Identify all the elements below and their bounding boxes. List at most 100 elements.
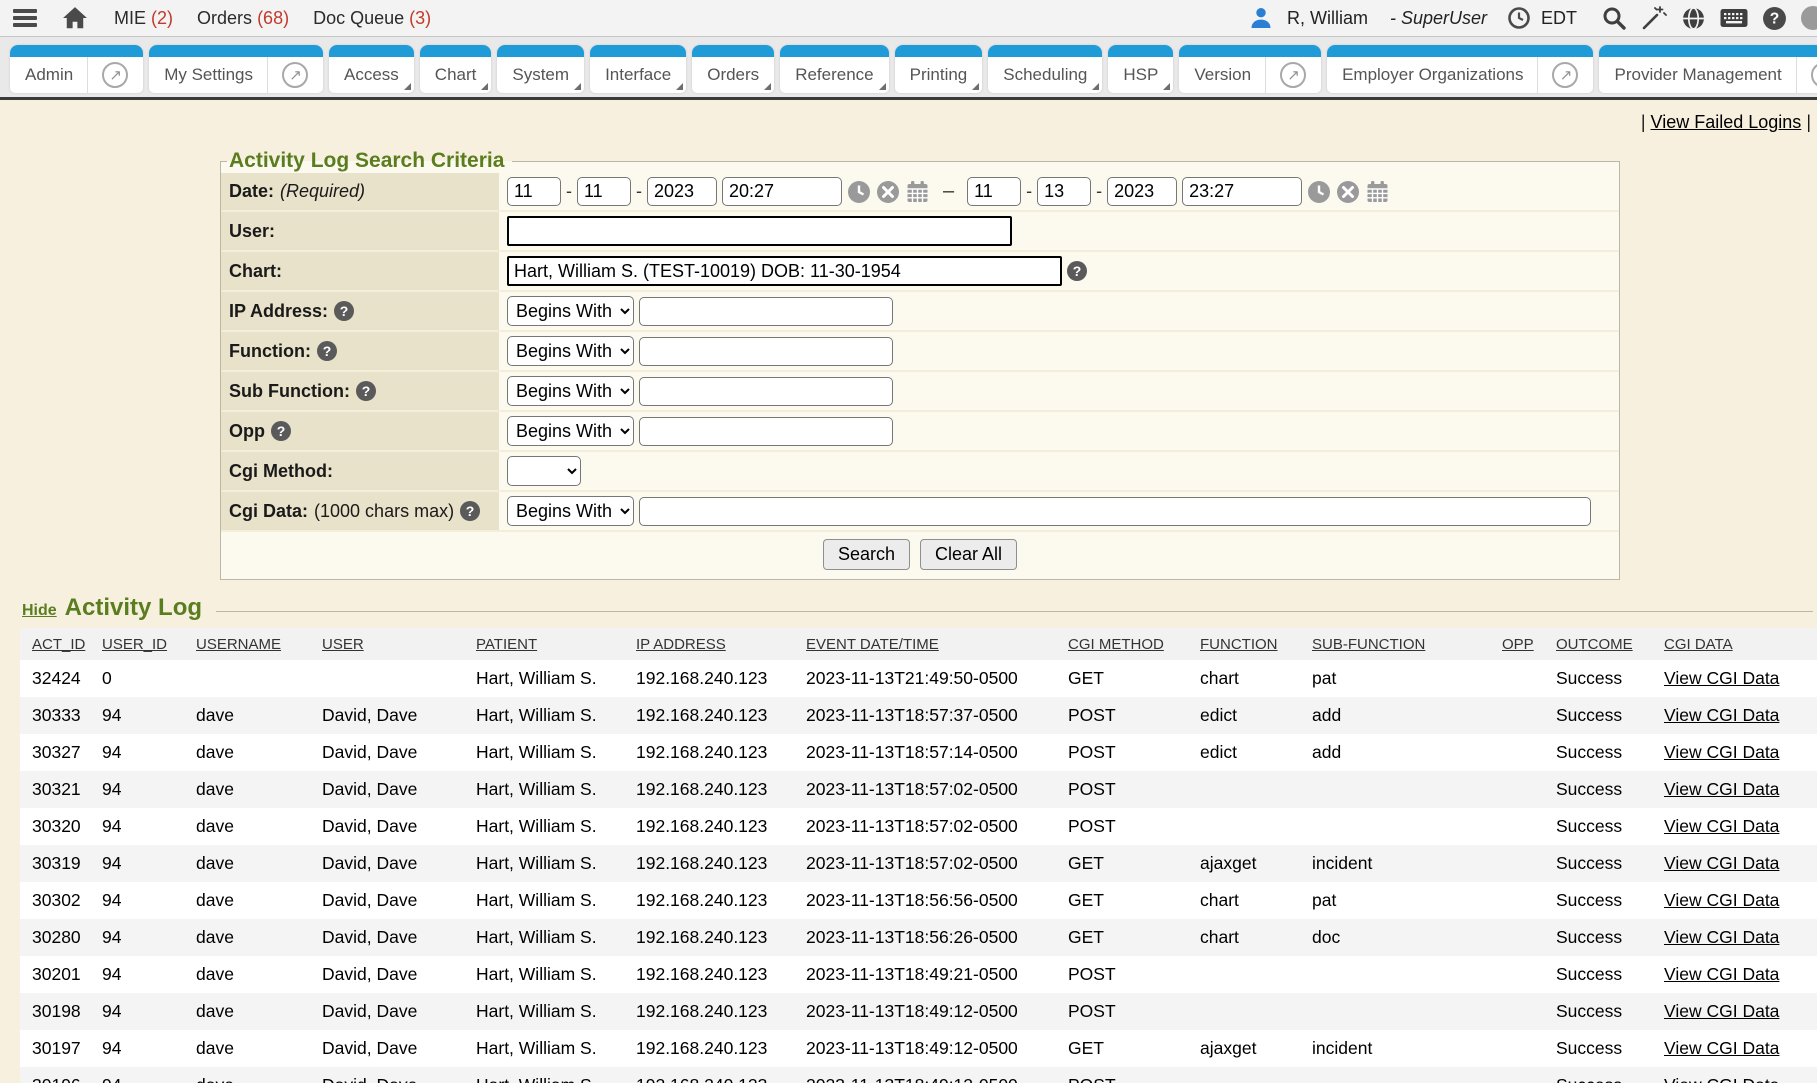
to-month-input[interactable] <box>967 177 1021 206</box>
view-cgi-data-link[interactable]: View CGI Data <box>1664 705 1779 725</box>
column-header-cgi-data[interactable]: CGI DATA <box>1664 636 1733 653</box>
tab-admin[interactable]: Admin↗ <box>10 45 143 93</box>
column-header-user-id[interactable]: USER_ID <box>102 636 167 653</box>
from-date-clear-icon[interactable] <box>876 180 900 204</box>
external-link-icon[interactable]: ↗ <box>102 62 128 88</box>
from-time-input[interactable] <box>722 177 842 206</box>
nav-orders-link[interactable]: Orders (68) <box>197 8 289 29</box>
cell-user-id: 94 <box>102 882 196 919</box>
tab-printing[interactable]: Printing <box>895 45 983 93</box>
from-month-input[interactable] <box>507 177 561 206</box>
sub-function-input[interactable] <box>639 377 893 406</box>
clear-all-button[interactable]: Clear All <box>920 539 1017 570</box>
cell-cgi-data: View CGI Data <box>1664 808 1817 845</box>
user-avatar-icon[interactable] <box>1249 6 1273 30</box>
tab-chart[interactable]: Chart <box>420 45 492 93</box>
cgi-method-select[interactable] <box>507 456 581 486</box>
clock-icon[interactable] <box>1507 6 1531 30</box>
view-cgi-data-link[interactable]: View CGI Data <box>1664 668 1779 688</box>
column-header-cgi-method[interactable]: CGI METHOD <box>1068 636 1164 653</box>
external-link-icon[interactable]: ↗ <box>282 62 308 88</box>
column-header-username[interactable]: USERNAME <box>196 636 281 653</box>
globe-icon[interactable] <box>1681 6 1706 31</box>
tab-employer-organizations[interactable]: Employer Organizations↗ <box>1327 45 1593 93</box>
view-cgi-data-link[interactable]: View CGI Data <box>1664 1001 1779 1021</box>
tab-interface[interactable]: Interface <box>590 45 686 93</box>
to-year-input[interactable] <box>1107 177 1177 206</box>
chart-autocomplete-input[interactable] <box>507 256 1062 286</box>
tab-orders[interactable]: Orders <box>692 45 774 93</box>
view-cgi-data-link[interactable]: View CGI Data <box>1664 853 1779 873</box>
external-link-icon[interactable]: ↗ <box>1811 62 1817 88</box>
view-cgi-data-link[interactable]: View CGI Data <box>1664 890 1779 910</box>
sub-function-help-icon[interactable]: ? <box>356 381 376 401</box>
function-help-icon[interactable]: ? <box>317 341 337 361</box>
cgi-data-help-icon[interactable]: ? <box>460 501 480 521</box>
tab-my-settings[interactable]: My Settings↗ <box>149 45 323 93</box>
opp-help-icon[interactable]: ? <box>271 421 291 441</box>
column-header-opp[interactable]: OPP <box>1502 636 1534 653</box>
column-header-patient[interactable]: PATIENT <box>476 636 537 653</box>
tab-divider <box>87 57 88 93</box>
view-cgi-data-link[interactable]: View CGI Data <box>1664 1038 1779 1058</box>
help-icon[interactable]: ? <box>1762 6 1787 31</box>
column-header-ip-address[interactable]: IP ADDRESS <box>636 636 726 653</box>
view-cgi-data-link[interactable]: View CGI Data <box>1664 779 1779 799</box>
tab-system[interactable]: System <box>497 45 584 93</box>
partial-avatar-icon[interactable] <box>1801 6 1817 30</box>
external-link-icon[interactable]: ↗ <box>1552 62 1578 88</box>
view-cgi-data-link[interactable]: View CGI Data <box>1664 927 1779 947</box>
cell-user: David, Dave <box>322 845 476 882</box>
tab-version[interactable]: Version↗ <box>1179 45 1321 93</box>
search-button[interactable]: Search <box>823 539 910 570</box>
nav-doc-queue-link[interactable]: Doc Queue (3) <box>313 8 431 29</box>
to-calendar-icon[interactable] <box>1365 180 1390 204</box>
hide-activity-log-link[interactable]: Hide <box>22 602 57 620</box>
search-icon[interactable] <box>1601 5 1627 31</box>
hamburger-menu-icon[interactable] <box>12 7 38 29</box>
ip-match-select[interactable]: Begins With <box>507 296 634 326</box>
keyboard-icon[interactable] <box>1720 8 1748 28</box>
tab-provider-management[interactable]: Provider Management↗ <box>1599 45 1817 93</box>
tab-access[interactable]: Access <box>329 45 414 93</box>
to-time-picker-icon[interactable] <box>1307 180 1331 204</box>
from-time-picker-icon[interactable] <box>847 180 871 204</box>
external-link-icon[interactable]: ↗ <box>1280 62 1306 88</box>
chart-help-icon[interactable]: ? <box>1067 261 1087 281</box>
view-cgi-data-link[interactable]: View CGI Data <box>1664 742 1779 762</box>
column-header-sub-function[interactable]: SUB-FUNCTION <box>1312 636 1425 653</box>
column-header-event-date-time[interactable]: EVENT DATE/TIME <box>806 636 939 653</box>
view-failed-logins-link[interactable]: View Failed Logins <box>1651 112 1802 132</box>
column-header-act-id[interactable]: ACT_ID <box>32 636 85 653</box>
to-day-input[interactable] <box>1037 177 1091 206</box>
view-cgi-data-link[interactable]: View CGI Data <box>1664 964 1779 984</box>
from-calendar-icon[interactable] <box>905 180 930 204</box>
magic-wand-icon[interactable] <box>1641 5 1667 31</box>
column-header-user[interactable]: USER <box>322 636 364 653</box>
opp-match-select[interactable]: Begins With <box>507 416 634 446</box>
to-time-input[interactable] <box>1182 177 1302 206</box>
tab-reference[interactable]: Reference <box>780 45 888 93</box>
cgi-data-input[interactable] <box>639 497 1591 526</box>
view-cgi-data-link[interactable]: View CGI Data <box>1664 816 1779 836</box>
to-date-clear-icon[interactable] <box>1336 180 1360 204</box>
ip-address-input[interactable] <box>639 297 893 326</box>
tab-accent-strip <box>10 45 143 57</box>
cgi-data-match-select[interactable]: Begins With <box>507 496 634 526</box>
sub-function-match-select[interactable]: Begins With <box>507 376 634 406</box>
tab-scheduling[interactable]: Scheduling <box>988 45 1102 93</box>
table-row: 3019794daveDavid, DaveHart, William S.19… <box>20 1030 1817 1067</box>
nav-mie-link[interactable]: MIE (2) <box>114 8 173 29</box>
column-header-outcome[interactable]: OUTCOME <box>1556 636 1633 653</box>
tab-hsp[interactable]: HSP <box>1108 45 1173 93</box>
ip-help-icon[interactable]: ? <box>334 301 354 321</box>
function-input[interactable] <box>639 337 893 366</box>
user-autocomplete-input[interactable] <box>507 216 1012 246</box>
home-icon[interactable] <box>62 6 88 30</box>
from-day-input[interactable] <box>577 177 631 206</box>
view-cgi-data-link[interactable]: View CGI Data <box>1664 1075 1779 1083</box>
column-header-function[interactable]: FUNCTION <box>1200 636 1278 653</box>
opp-input[interactable] <box>639 417 893 446</box>
function-match-select[interactable]: Begins With <box>507 336 634 366</box>
from-year-input[interactable] <box>647 177 717 206</box>
